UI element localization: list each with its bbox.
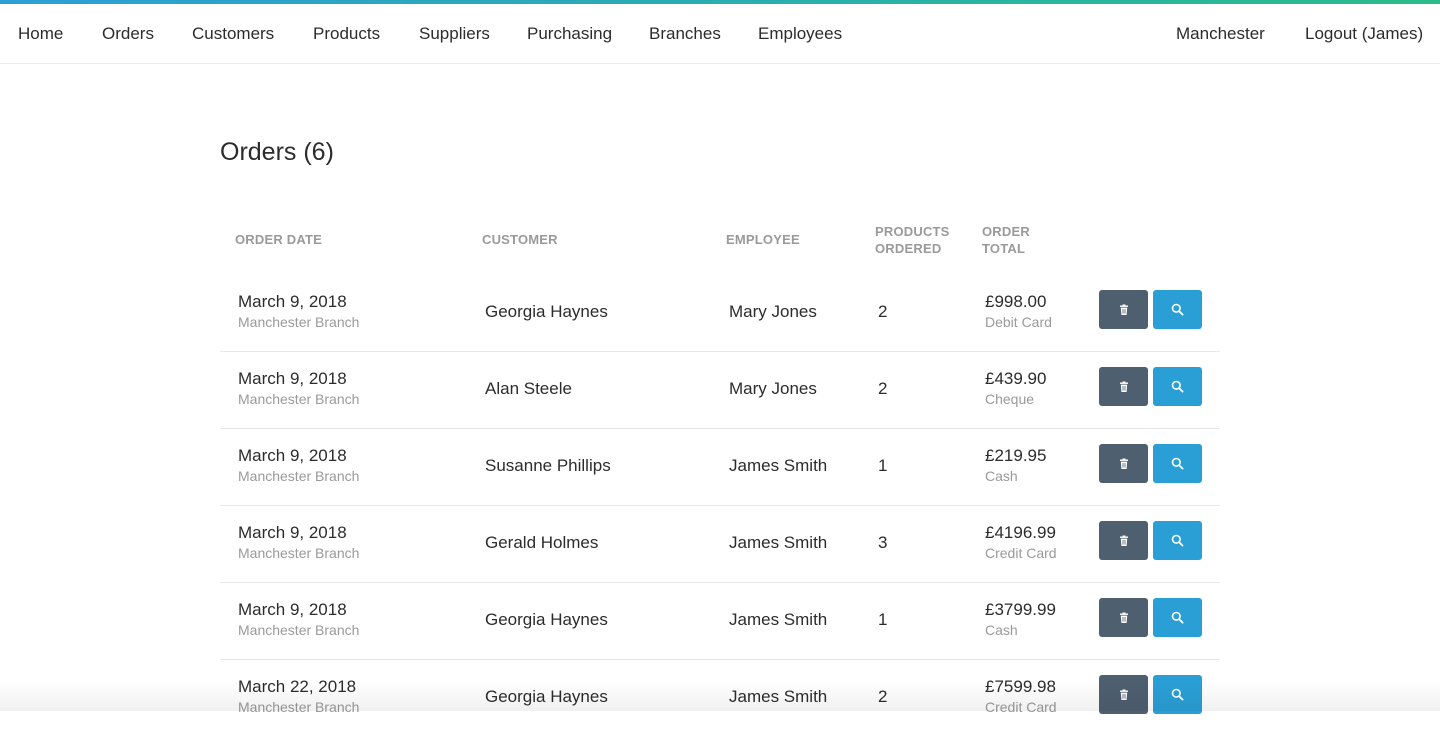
trash-icon (1119, 458, 1128, 469)
table-row: March 22, 2018 Manchester Branch Georgia… (220, 660, 1220, 737)
order-date: March 9, 2018 (238, 523, 347, 542)
trash-icon (1119, 689, 1128, 700)
order-customer[interactable]: Alan Steele (485, 379, 572, 399)
table-row: March 9, 2018 Manchester Branch Alan Ste… (220, 352, 1220, 429)
order-payment-method: Credit Card (985, 699, 1057, 715)
header-order-date: ORDER DATE (235, 232, 322, 247)
order-employee: James Smith (729, 610, 828, 629)
order-payment-method: Credit Card (985, 545, 1057, 561)
table-row: March 9, 2018 Manchester Branch Georgia … (220, 275, 1220, 352)
order-products-count: 3 (878, 533, 888, 552)
search-icon (1171, 457, 1184, 470)
order-products-count: 1 (878, 456, 888, 475)
header-order-total: ORDER TOTAL (982, 223, 1030, 257)
header-products-line2: ORDERED (875, 241, 942, 256)
search-icon (1171, 611, 1184, 624)
order-employee: James Smith (729, 533, 828, 552)
order-branch: Manchester Branch (238, 468, 360, 484)
order-date: March 9, 2018 (238, 600, 347, 619)
header-total-line2: TOTAL (982, 241, 1026, 256)
nav-logout[interactable]: Logout (James) (1305, 4, 1423, 64)
header-customer: CUSTOMER (482, 232, 558, 247)
page-title: Orders (6) (220, 138, 334, 166)
search-icon (1171, 380, 1184, 393)
order-total: £3799.99 (985, 600, 1056, 619)
search-icon (1171, 534, 1184, 547)
delete-button[interactable] (1099, 521, 1148, 560)
order-payment-method: Cash (985, 622, 1018, 638)
search-icon (1171, 688, 1184, 701)
order-branch: Manchester Branch (238, 622, 360, 638)
order-payment-method: Debit Card (985, 314, 1052, 330)
order-date: March 9, 2018 (238, 292, 347, 311)
header-total-line1: ORDER (982, 224, 1030, 239)
order-customer[interactable]: Georgia Haynes (485, 610, 608, 630)
search-icon (1171, 303, 1184, 316)
order-payment-method: Cash (985, 468, 1018, 484)
delete-button[interactable] (1099, 598, 1148, 637)
delete-button[interactable] (1099, 290, 1148, 329)
delete-button[interactable] (1099, 367, 1148, 406)
order-branch: Manchester Branch (238, 545, 360, 561)
order-customer[interactable]: Gerald Holmes (485, 533, 598, 553)
header-employee: EMPLOYEE (726, 232, 800, 247)
nav-branch-selector[interactable]: Manchester (1176, 4, 1265, 64)
trash-icon (1119, 612, 1128, 623)
table-row: March 9, 2018 Manchester Branch Georgia … (220, 583, 1220, 660)
order-products-count: 2 (878, 687, 888, 706)
order-date: March 9, 2018 (238, 369, 347, 388)
order-products-count: 2 (878, 379, 888, 398)
table-row: March 9, 2018 Manchester Branch Susanne … (220, 429, 1220, 506)
nav-customers[interactable]: Customers (192, 4, 274, 64)
order-customer[interactable]: Susanne Phillips (485, 456, 611, 476)
trash-icon (1119, 535, 1128, 546)
nav-suppliers[interactable]: Suppliers (419, 4, 490, 64)
header-products-line1: PRODUCTS (875, 224, 950, 239)
order-employee: James Smith (729, 456, 828, 475)
nav-home[interactable]: Home (18, 4, 63, 64)
view-order-button[interactable] (1153, 598, 1202, 637)
order-total: £4196.99 (985, 523, 1056, 542)
header-products-ordered: PRODUCTS ORDERED (875, 223, 950, 257)
delete-button[interactable] (1099, 444, 1148, 483)
order-employee: Mary Jones (729, 379, 817, 398)
delete-button[interactable] (1099, 675, 1148, 714)
view-order-button[interactable] (1153, 521, 1202, 560)
nav-products[interactable]: Products (313, 4, 380, 64)
view-order-button[interactable] (1153, 367, 1202, 406)
order-branch: Manchester Branch (238, 314, 360, 330)
order-products-count: 2 (878, 302, 888, 321)
order-customer[interactable]: Georgia Haynes (485, 687, 608, 707)
view-order-button[interactable] (1153, 444, 1202, 483)
order-products-count: 1 (878, 610, 888, 629)
view-order-button[interactable] (1153, 290, 1202, 329)
table-row: March 9, 2018 Manchester Branch Gerald H… (220, 506, 1220, 583)
order-employee: Mary Jones (729, 302, 817, 321)
trash-icon (1119, 304, 1128, 315)
nav-orders[interactable]: Orders (102, 4, 154, 64)
order-branch: Manchester Branch (238, 391, 360, 407)
order-total: £7599.98 (985, 677, 1056, 696)
order-customer[interactable]: Georgia Haynes (485, 302, 608, 322)
main-nav: Home Orders Customers Products Suppliers… (0, 4, 1440, 64)
nav-employees[interactable]: Employees (758, 4, 842, 64)
order-branch: Manchester Branch (238, 699, 360, 715)
trash-icon (1119, 381, 1128, 392)
order-payment-method: Cheque (985, 391, 1035, 407)
order-date: March 22, 2018 (238, 677, 357, 696)
nav-purchasing[interactable]: Purchasing (527, 4, 612, 64)
order-total: £219.95 (985, 446, 1047, 465)
nav-branches[interactable]: Branches (649, 4, 721, 64)
order-total: £998.00 (985, 292, 1047, 311)
view-order-button[interactable] (1153, 675, 1202, 714)
order-total: £439.90 (985, 369, 1047, 388)
order-date: March 9, 2018 (238, 446, 347, 465)
order-employee: James Smith (729, 687, 828, 706)
